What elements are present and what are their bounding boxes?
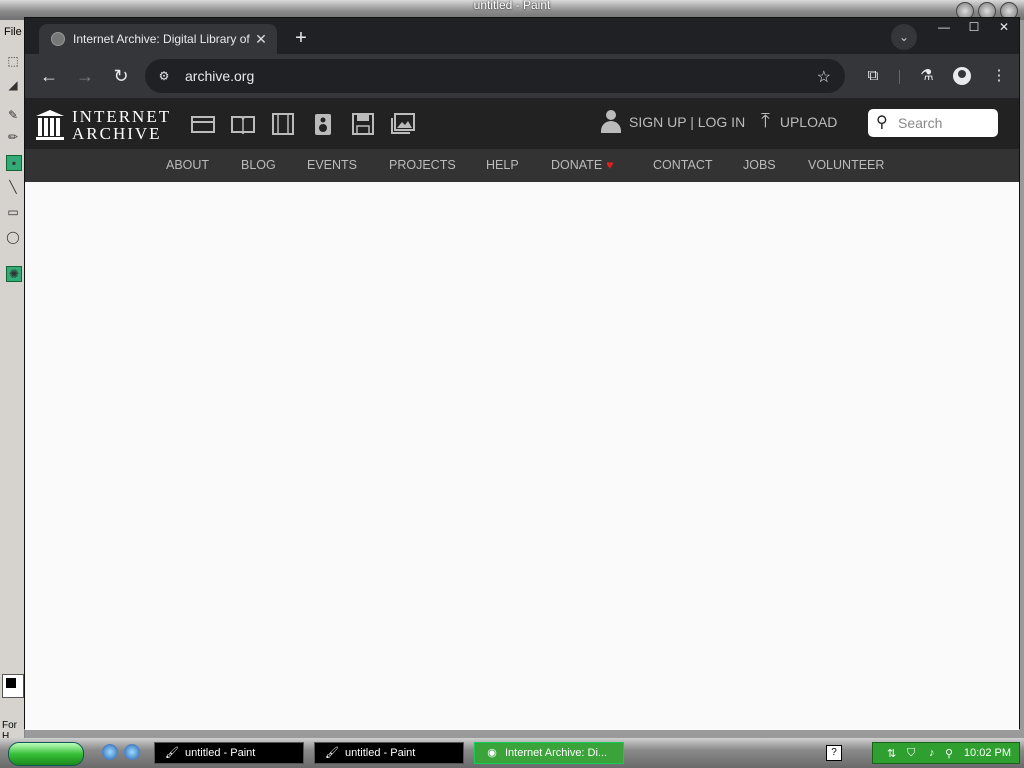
tab-title: Internet Archive: Digital Library of xyxy=(73,32,250,46)
fill-tool-icon[interactable]: ◢ xyxy=(6,78,20,92)
window-controls: — ☐ ✕ xyxy=(929,18,1019,36)
signup-label: SIGN UP | LOG IN xyxy=(629,114,746,130)
close-button[interactable]: ✕ xyxy=(989,18,1019,36)
paint-title: untitled - Paint xyxy=(473,0,551,12)
profile-avatar[interactable] xyxy=(953,67,971,85)
nav-events[interactable]: EVENTS xyxy=(307,158,357,172)
user-icon xyxy=(601,110,621,134)
airbrush-option-icon[interactable]: ✺ xyxy=(6,266,22,282)
upload-label: UPLOAD xyxy=(779,113,838,130)
menu-icon[interactable]: ⋮ xyxy=(987,64,1011,88)
back-button[interactable]: ← xyxy=(37,64,61,88)
browser-window: Internet Archive: Digital Library of ✕ +… xyxy=(24,17,1020,730)
new-tab-button[interactable]: + xyxy=(289,26,313,50)
images-icon[interactable] xyxy=(390,112,416,136)
nav-contact[interactable]: CONTACT xyxy=(653,158,713,172)
clock[interactable]: 10:02 PM xyxy=(964,747,1011,759)
nav-jobs[interactable]: JOBS xyxy=(743,158,776,172)
chevron-down-icon[interactable]: ⌄ xyxy=(891,24,917,50)
shield-icon[interactable]: ⛉ xyxy=(907,747,915,760)
pencil-tool-icon[interactable]: ✏ xyxy=(6,130,20,144)
bookmark-star-icon[interactable]: ☆ xyxy=(817,67,831,87)
task-label: untitled - Paint xyxy=(185,747,256,759)
search-tray-icon[interactable]: ⚲ xyxy=(945,747,953,760)
ie-quicklaunch-icon[interactable] xyxy=(102,744,118,760)
logo-line-1: INTERNET xyxy=(72,107,172,126)
task-label: Internet Archive: Di... xyxy=(505,747,608,759)
select-tool-icon[interactable]: ⬚ xyxy=(6,54,20,68)
nav-about[interactable]: ABOUT xyxy=(166,158,209,172)
maximize-button[interactable]: ☐ xyxy=(959,18,989,36)
task-paint-2[interactable]: 🖌 untitled - Paint xyxy=(314,742,464,764)
system-tray: ⇅ ⛉ ♪ ⚲ 10:02 PM xyxy=(872,742,1020,764)
color-swatch[interactable] xyxy=(2,674,24,698)
logo-text: INTERNET ARCHIVE xyxy=(72,108,171,142)
page-content: INTERNET ARCHIVE SIGN UP | LOG IN ⤒ UPLO… xyxy=(25,98,1019,730)
picker-tool-icon[interactable]: ✎ xyxy=(6,108,20,122)
nav-help[interactable]: HELP xyxy=(486,158,519,172)
task-browser[interactable]: ◉ Internet Archive: Di... xyxy=(474,742,624,764)
tab-internet-archive[interactable]: Internet Archive: Digital Library of ✕ xyxy=(39,24,277,54)
nav-donate-label: DONATE xyxy=(551,158,603,172)
audio-icon[interactable] xyxy=(310,112,336,136)
start-button[interactable] xyxy=(8,742,84,766)
search-icon: ⚲ xyxy=(876,114,888,131)
nav-blog[interactable]: BLOG xyxy=(241,158,276,172)
task-paint-1[interactable]: 🖌 untitled - Paint xyxy=(154,742,304,764)
labs-icon[interactable]: ⚗ xyxy=(915,64,939,88)
ia-search-input[interactable]: ⚲ Search xyxy=(868,109,998,137)
reload-button[interactable]: ↻ xyxy=(109,64,133,88)
brush-tool-icon[interactable]: ▪ xyxy=(6,155,22,171)
paint-toolbox: File ⬚ ◢ ✎ ✏ ▪ ╲ ▭ ◯ ✺ For H xyxy=(0,20,25,742)
extensions-icon[interactable]: ⧉ xyxy=(861,64,885,88)
upload-icon: ⤒ xyxy=(761,110,770,132)
tab-close-icon[interactable]: ✕ xyxy=(251,31,271,48)
task-label: untitled - Paint xyxy=(345,747,416,759)
network-icon[interactable]: ⇅ xyxy=(887,747,896,760)
upload-link[interactable]: ⤒ UPLOAD xyxy=(761,110,837,133)
minimize-button[interactable]: — xyxy=(929,18,959,36)
ia-header: INTERNET ARCHIVE SIGN UP | LOG IN ⤒ UPLO… xyxy=(25,98,1019,149)
software-icon[interactable] xyxy=(350,112,376,136)
forward-button[interactable]: → xyxy=(73,64,97,88)
heart-icon: ♥ xyxy=(606,158,614,172)
nav-donate[interactable]: DONATE ♥ xyxy=(551,158,614,172)
url-text[interactable]: archive.org xyxy=(185,68,254,84)
ellipse-tool-icon[interactable]: ◯ xyxy=(6,230,20,244)
site-info-icon[interactable]: ⚙ xyxy=(155,67,173,85)
paint-menu-file[interactable]: File xyxy=(4,26,22,38)
help-icon[interactable]: ? xyxy=(826,745,842,761)
ia-nav-bar: ABOUT BLOG EVENTS PROJECTS HELP DONATE ♥ … xyxy=(25,149,1019,182)
paint-icon: 🖌 xyxy=(325,747,339,759)
paint-icon: 🖌 xyxy=(165,747,179,759)
browser-toolbar: ← → ↻ ⚙ archive.org ☆ ⧉ ⚗ ⋮ xyxy=(25,54,1019,98)
globe-icon xyxy=(51,32,65,46)
line-tool-icon[interactable]: ╲ xyxy=(6,180,20,194)
nav-projects[interactable]: PROJECTS xyxy=(389,158,456,172)
rectangle-tool-icon[interactable]: ▭ xyxy=(6,205,20,219)
logo-line-2: ARCHIVE xyxy=(72,124,162,143)
toolbar-divider xyxy=(899,70,900,84)
taskbar: 🖌 untitled - Paint 🖌 untitled - Paint ◉ … xyxy=(0,738,1024,768)
texts-icon[interactable] xyxy=(230,112,256,136)
volume-icon[interactable]: ♪ xyxy=(929,747,935,759)
video-icon[interactable] xyxy=(270,112,296,136)
ie-quicklaunch-icon-2[interactable] xyxy=(124,744,140,760)
archive-building-icon xyxy=(36,110,64,140)
tab-strip: Internet Archive: Digital Library of ✕ +… xyxy=(25,18,1019,54)
signup-login-link[interactable]: SIGN UP | LOG IN xyxy=(601,110,745,134)
ia-logo[interactable]: INTERNET ARCHIVE xyxy=(36,108,171,142)
browser-icon: ◉ xyxy=(487,747,497,759)
search-placeholder: Search xyxy=(898,115,943,131)
address-bar[interactable]: ⚙ archive.org ☆ xyxy=(145,59,845,93)
nav-volunteer[interactable]: VOLUNTEER xyxy=(808,158,884,172)
web-icon[interactable] xyxy=(190,112,216,136)
